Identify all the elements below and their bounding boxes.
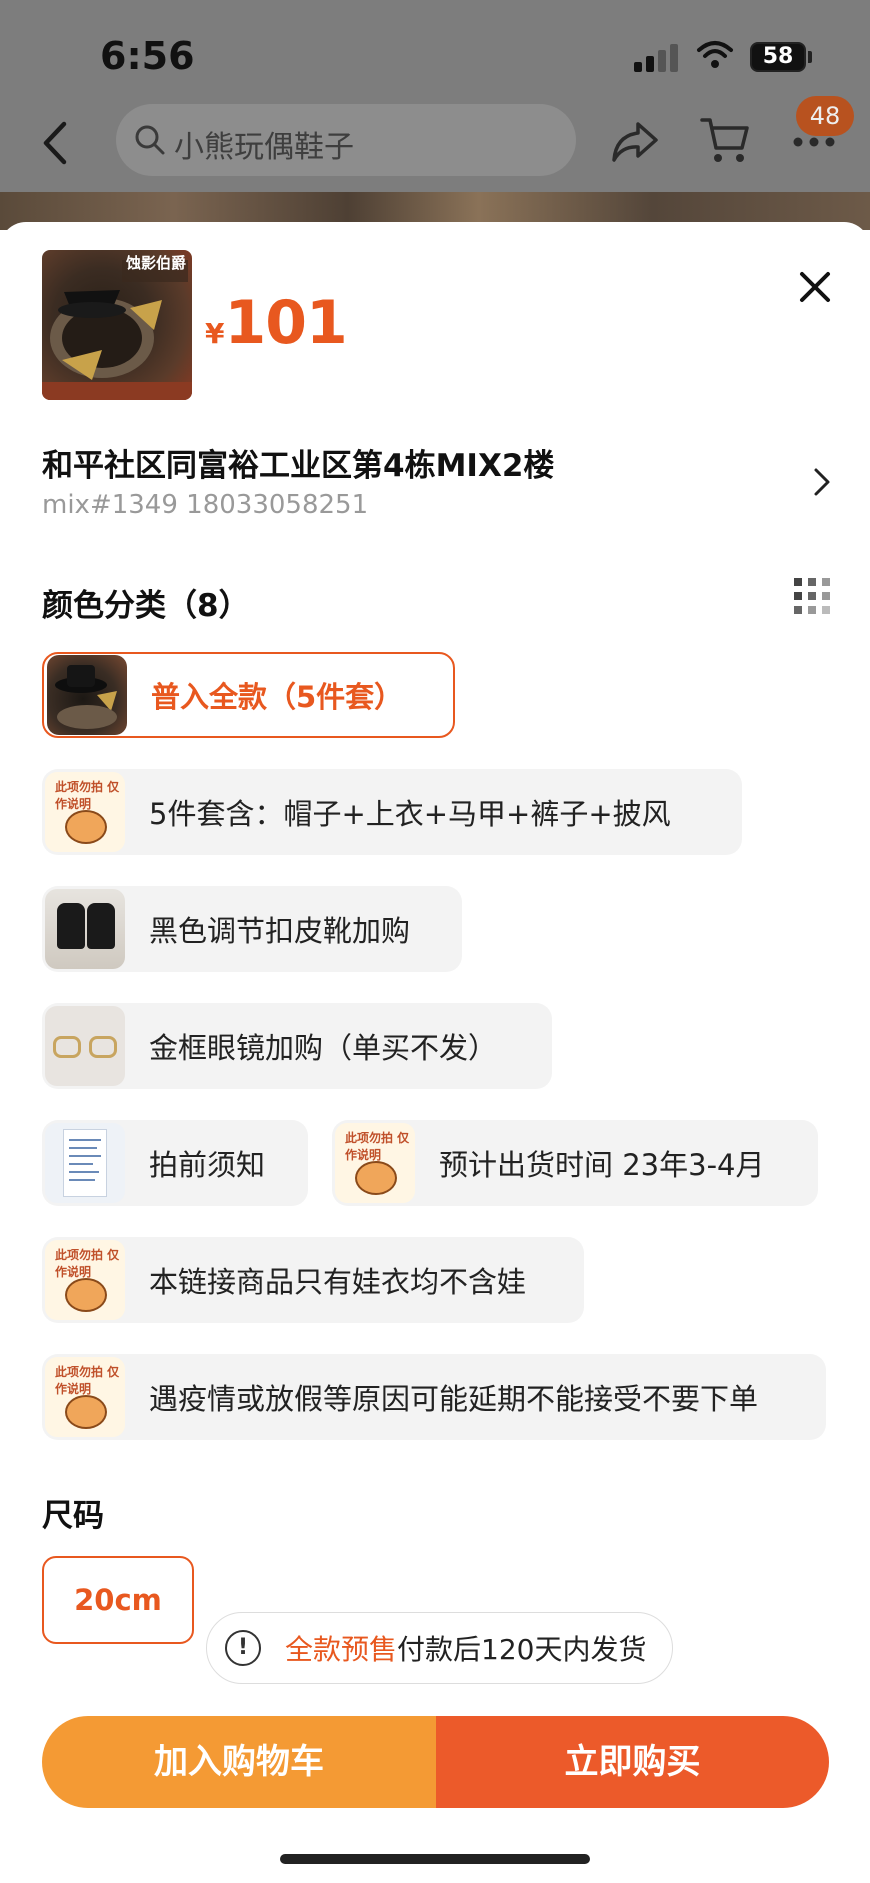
close-icon[interactable] <box>798 270 832 304</box>
sku-option-boots[interactable]: 黑色调节扣皮靴加购 <box>42 886 462 972</box>
product-thumbnail-caption: 蚀影伯爵 <box>126 254 187 272</box>
battery-level: 58 <box>762 44 794 69</box>
tiger-note-thumbnail: 此项勿拍 仅作说明 <box>45 1357 125 1437</box>
presale-text: 付款后120天内发货 <box>397 1633 647 1666</box>
sku-option-glasses[interactable]: 金框眼镜加购（单买不发） <box>42 1003 552 1089</box>
sku-option-delay-notice[interactable]: 此项勿拍 仅作说明 遇疫情或放假等原因可能延期不能接受不要下单 <box>42 1354 826 1440</box>
tiger-face-icon <box>65 1395 107 1429</box>
search-icon <box>135 125 165 155</box>
black-boots-thumbnail <box>45 889 125 969</box>
product-thumbnail[interactable]: 蚀影伯爵 <box>42 250 192 400</box>
hat-outfit-thumbnail <box>47 655 127 735</box>
exclamation-icon: ! <box>225 1630 261 1666</box>
lens-icon <box>53 1036 81 1058</box>
sku-option-label: 普入全款（5件套） <box>151 680 404 714</box>
tiger-note-text: 此项勿拍 仅作说明 <box>55 1365 120 1396</box>
grid-view-icon[interactable] <box>794 578 830 614</box>
tiger-face-icon <box>65 1278 107 1312</box>
cart-icon[interactable] <box>700 114 750 166</box>
tiger-note-text: 此项勿拍 仅作说明 <box>55 780 120 811</box>
presale-notice: ! 全款预售 付款后120天内发货 <box>206 1612 674 1684</box>
tiger-note-text: 此项勿拍 仅作说明 <box>345 1131 410 1162</box>
color-section-title: 颜色分类（8） <box>42 588 250 624</box>
document-thumbnail <box>45 1123 125 1203</box>
status-time: 6:56 <box>100 34 195 78</box>
sku-option-notice[interactable]: 拍前须知 <box>42 1120 308 1206</box>
tiger-note-thumbnail: 此项勿拍 仅作说明 <box>335 1123 415 1203</box>
sku-option-no-doll[interactable]: 此项勿拍 仅作说明 本链接商品只有娃衣均不含娃 <box>42 1237 584 1323</box>
wifi-icon <box>697 41 733 68</box>
boot-icon <box>87 903 115 949</box>
search-placeholder: 小熊玩偶鞋子 <box>174 130 354 165</box>
tiger-note-thumbnail: 此项勿拍 仅作说明 <box>45 772 125 852</box>
boot-icon <box>57 903 85 949</box>
sku-option-label: 拍前须知 <box>149 1148 266 1182</box>
tiger-note-text: 此项勿拍 仅作说明 <box>55 1248 120 1279</box>
sku-option-full-set[interactable]: 普入全款（5件套） <box>42 652 455 738</box>
tiger-face-icon <box>65 810 107 844</box>
sku-option-ship-time[interactable]: 此项勿拍 仅作说明 预计出货时间 23年3-4月 <box>332 1120 818 1206</box>
sku-option-label: 预计出货时间 23年3-4月 <box>439 1148 765 1182</box>
battery-tip <box>808 51 812 63</box>
address-recipient: mix#1349 18033058251 <box>42 490 369 520</box>
price-amount: 101 <box>224 288 347 358</box>
back-arrow-icon[interactable] <box>38 118 74 168</box>
sku-option-label: 本链接商品只有娃衣均不含娃 <box>149 1265 527 1299</box>
tiger-face-icon <box>355 1161 397 1195</box>
size-option-20cm[interactable]: 20cm <box>42 1556 194 1644</box>
sku-option-set-contents[interactable]: 此项勿拍 仅作说明 5件套含：帽子+上衣+马甲+裤子+披风 <box>42 769 742 855</box>
presale-highlight: 全款预售 <box>285 1633 398 1666</box>
home-indicator[interactable] <box>280 1854 590 1864</box>
sku-option-label: 黑色调节扣皮靴加购 <box>149 914 411 948</box>
cellular-signal-icon <box>634 42 680 72</box>
gold-glasses-thumbnail <box>45 1006 125 1086</box>
address-line: 和平社区同富裕工业区第4栋MIX2楼 <box>42 448 555 484</box>
sku-option-label: 5件套含：帽子+上衣+马甲+裤子+披风 <box>149 797 671 831</box>
tiger-note-thumbnail: 此项勿拍 仅作说明 <box>45 1240 125 1320</box>
hat-outfit-art <box>55 665 117 729</box>
buy-now-button[interactable]: 立即购买 <box>436 1716 829 1808</box>
size-section-title: 尺码 <box>42 1498 104 1534</box>
chevron-right-icon <box>814 468 830 496</box>
sku-option-label: 金框眼镜加购（单买不发） <box>149 1031 498 1065</box>
share-icon[interactable] <box>610 118 660 166</box>
search-input[interactable]: 小熊玩偶鞋子 <box>116 104 576 176</box>
price: ¥101 <box>205 288 348 358</box>
currency-symbol: ¥ <box>205 317 225 350</box>
sku-option-label: 遇疫情或放假等原因可能延期不能接受不要下单 <box>149 1382 759 1416</box>
lens-icon <box>89 1036 117 1058</box>
notification-badge: 48 <box>796 96 854 136</box>
add-to-cart-button[interactable]: 加入购物车 <box>42 1716 436 1808</box>
battery-icon: 58 <box>750 42 806 72</box>
